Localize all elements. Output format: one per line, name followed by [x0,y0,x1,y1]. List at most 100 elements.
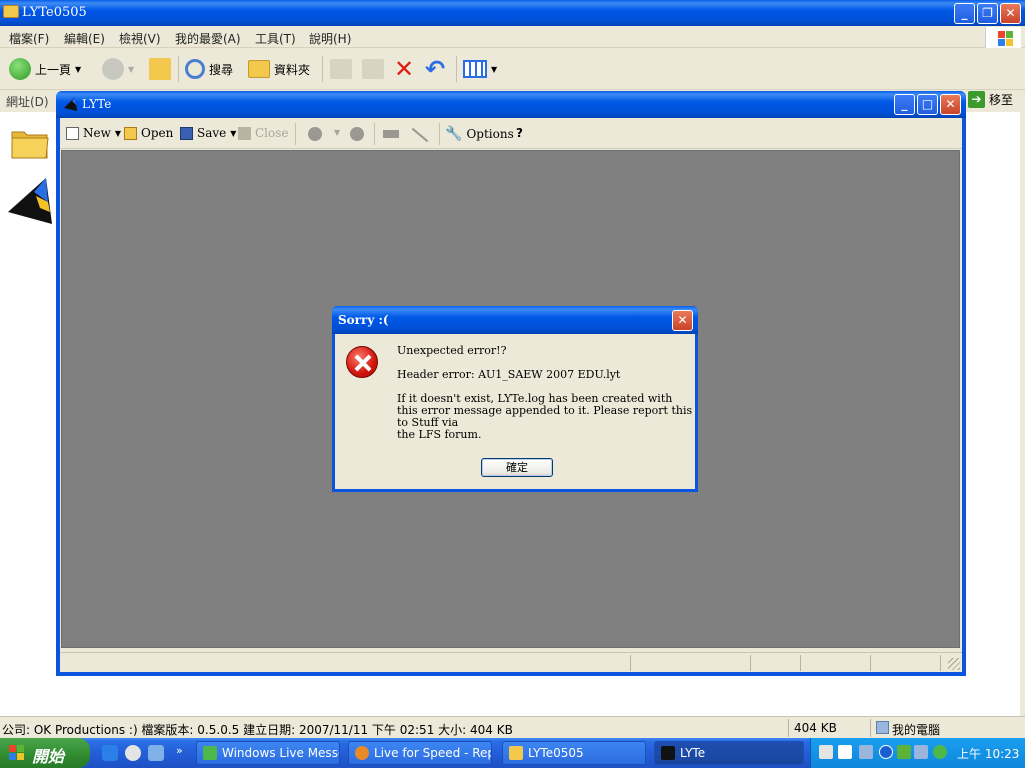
task-label: LYTe0505 [528,746,584,760]
line-tool-icon[interactable] [411,127,429,143]
error-line-2: Header error: AU1_SAEW 2007 EDU.lyt [397,368,621,381]
back-arrow-icon [9,58,31,80]
go-button[interactable]: ➔ 移至 [968,91,1013,108]
record-icon[interactable] [308,127,322,141]
rectangle-tool-icon[interactable] [383,130,399,138]
go-label: 移至 [989,93,1014,107]
new-button[interactable]: New ▼ [66,126,121,140]
ok-button[interactable]: 確定 [481,458,553,477]
scrollbar[interactable] [1020,112,1025,716]
menu-help[interactable]: 說明(H) [309,30,351,47]
menu-view[interactable]: 檢視(V) [119,30,161,47]
messenger-icon [203,746,217,760]
quicklaunch-more-icon[interactable]: » [176,744,183,757]
dialog-body: Unexpected error!? Header error: AU1_SAE… [335,334,695,489]
task-label: Windows Live Messe... [222,746,339,760]
menu-bar: 檔案(F) 編輯(E) 檢視(V) 我的最愛(A) 工具(T) 說明(H) [0,26,1025,49]
open-button[interactable]: Open [124,126,173,140]
task-lyte0505-folder[interactable]: LYTe0505 [502,741,646,765]
status-icon[interactable] [933,745,947,759]
search-button[interactable]: 搜尋 [185,56,233,82]
task-lyte[interactable]: LYTe [654,741,804,765]
explorer-title: LYTe0505 [22,5,87,20]
options-button[interactable]: 🔧 Options [445,126,514,142]
status-zone: 我的電腦 [892,723,941,737]
lyte-title-bar[interactable]: LYTe _ □ ✕ [56,91,966,118]
views-button[interactable]: ▼ [463,56,497,82]
menu-file[interactable]: 檔案(F) [9,30,49,47]
up-folder-button[interactable] [149,56,171,82]
close-file-button[interactable]: Close [238,126,289,140]
chevron-down-icon[interactable]: ▼ [491,65,497,74]
new-file-icon [66,126,79,140]
back-label: 上一頁 [35,62,72,77]
menu-favorites[interactable]: 我的最愛(A) [175,30,241,47]
dialog-close-button[interactable]: ✕ [672,310,693,331]
close-label: Close [255,126,289,140]
copy-to-button[interactable] [362,56,384,82]
task-live-for-speed[interactable]: Live for Speed - Rep... [348,741,492,765]
search-icon [185,59,205,79]
move-to-button[interactable] [330,56,352,82]
help-icon[interactable] [838,745,852,759]
open-label: Open [141,126,174,140]
start-button[interactable]: 開始 [0,738,90,768]
help-button[interactable]: ? [516,126,523,140]
task-label: LYTe [680,746,706,760]
internet-explorer-icon[interactable] [102,745,118,761]
chevron-down-icon[interactable]: ▼ [75,65,81,74]
lyte-status-bar [60,652,962,672]
folder-icon [3,5,19,18]
chevron-down-icon: ▼ [128,64,135,74]
start-label: 開始 [32,747,65,766]
system-tray: 上午 10:23 [810,738,1025,768]
close-file-icon [238,126,251,140]
close-button[interactable]: ✕ [940,94,961,115]
close-button[interactable]: ✕ [1000,3,1021,24]
save-button[interactable]: Save ▼ [180,126,236,140]
tray-collapse-icon[interactable] [879,745,893,759]
folder-icon[interactable] [11,126,49,160]
undo-button[interactable]: ↶ [425,55,445,83]
menu-tools[interactable]: 工具(T) [255,30,296,47]
chevron-down-icon[interactable]: ▼ [115,129,121,138]
save-label: Save [197,126,227,140]
users-icon[interactable] [897,745,911,759]
folders-button[interactable]: 資料夾 [248,56,310,82]
back-button[interactable]: 上一頁 ▼ [9,56,81,82]
lyte-app-icon[interactable] [6,174,56,226]
minimize-button[interactable]: _ [894,94,915,115]
wrench-icon: 🔧 [445,126,463,142]
search-label: 搜尋 [209,62,234,77]
task-windows-live-messenger[interactable]: Windows Live Messe... [196,741,340,765]
taskbar: 開始 » Windows Live Messe... Live for Spee… [0,738,1025,768]
keyboard-icon[interactable] [819,745,833,759]
point-icon[interactable] [350,127,364,141]
explorer-toolbar: 上一頁 ▼ ▼ 搜尋 資料夾 ✕ ↶ ▼ [0,48,1025,90]
forward-arrow-icon [102,58,124,80]
clock[interactable]: 上午 10:23 [957,745,1019,762]
windows-logo-icon [985,27,1021,49]
dialog-title-bar[interactable]: Sorry :( ✕ [332,306,698,334]
chevron-down-icon[interactable]: ▼ [230,129,236,138]
explorer-title-bar[interactable]: LYTe0505 _ ❐ ✕ [0,0,1025,26]
lyte-toolbar: New ▼ Open Save ▼ Close ▼ 🔧 Options ? [60,118,962,149]
save-disk-icon [180,126,193,140]
lyte-title: LYTe [82,97,112,111]
network-icon[interactable] [859,745,873,759]
chevron-down-icon[interactable]: ▼ [334,128,340,137]
media-player-icon[interactable] [125,745,141,761]
minimize-button[interactable]: _ [954,3,975,24]
forward-button[interactable]: ▼ [102,56,134,82]
show-desktop-icon[interactable] [148,745,164,761]
resize-grip[interactable] [948,658,960,670]
delete-button[interactable]: ✕ [394,55,414,83]
error-icon [346,346,378,378]
connection-icon[interactable] [914,745,928,759]
maximize-button[interactable]: □ [917,94,938,115]
status-details: 公司: OK Productions :) 檔案版本: 0.5.0.5 建立日期… [2,723,513,737]
restore-button[interactable]: ❐ [977,3,998,24]
menu-edit[interactable]: 編輯(E) [64,30,105,47]
address-label: 網址(D) [6,95,49,109]
task-label: Live for Speed - Rep... [374,746,491,760]
